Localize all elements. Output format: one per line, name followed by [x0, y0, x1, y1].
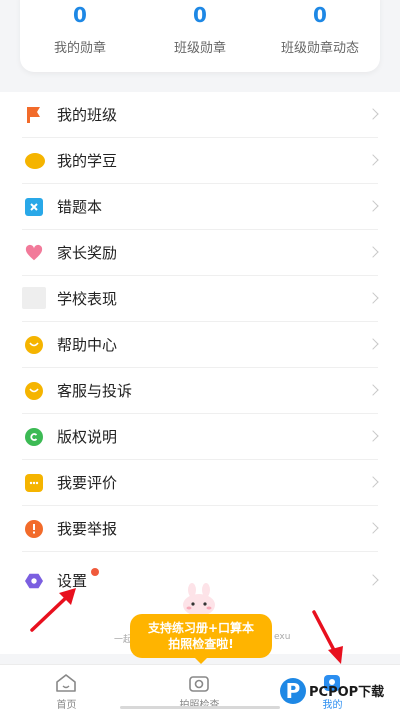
- profile-page: 0 我的勋章 0 班级勋章 0 班级勋章动态 我的班级 我的学豆 错题本 家长奖…: [0, 0, 400, 711]
- menu-item-help-center[interactable]: 帮助中心: [0, 322, 400, 368]
- chevron-right-icon: [367, 108, 379, 120]
- beans-icon: [25, 153, 45, 169]
- promo-bubble[interactable]: 支持练习册+口算本 拍照检查啦!: [130, 614, 272, 664]
- tab-label: 首页: [56, 700, 77, 711]
- menu-item-label: 我要评价: [57, 474, 118, 492]
- home-indicator: [120, 706, 280, 709]
- stat-label: 我的勋章: [53, 41, 106, 56]
- menu-item-label: 我的班级: [57, 106, 118, 124]
- help-icon: [25, 336, 43, 354]
- stat-label: 班级勋章动态: [280, 41, 359, 56]
- chevron-right-icon: [367, 200, 379, 212]
- chevron-right-icon: [367, 574, 379, 586]
- stat-label: 班级勋章: [173, 41, 226, 56]
- notification-dot: [91, 568, 99, 576]
- chevron-right-icon: [367, 154, 379, 166]
- chevron-right-icon: [367, 384, 379, 396]
- stat-value: 0: [313, 3, 327, 27]
- promo-line-1: 支持练习册+口算本: [147, 621, 255, 635]
- menu-item-label: 客服与投诉: [57, 382, 133, 400]
- menu-item-label: 我的学豆: [57, 152, 118, 170]
- red-arrow-to-profile-tab-icon: [312, 610, 343, 664]
- chevron-right-icon: [367, 430, 379, 442]
- divider: [22, 551, 378, 552]
- menu-item-label: 学校表现: [57, 290, 118, 308]
- comment-icon: [25, 474, 43, 492]
- svg-text:PCPOP下载: PCPOP下载: [309, 684, 384, 700]
- bunny-mascot-icon: [183, 583, 215, 615]
- menu-item-my-beans[interactable]: 我的学豆: [0, 138, 400, 184]
- report-icon: [25, 520, 43, 538]
- stat-value: 0: [193, 3, 207, 27]
- menu-item-rate[interactable]: 我要评价: [0, 460, 400, 506]
- chevron-right-icon: [367, 246, 379, 258]
- pcpop-watermark-logo-icon: P PCPOP下载: [280, 678, 384, 704]
- menu-item-school-performance[interactable]: 学校表现: [0, 276, 400, 322]
- red-arrow-to-settings-icon: [30, 588, 76, 632]
- flag-icon: [25, 106, 43, 124]
- menu-item-label: 错题本: [57, 198, 103, 216]
- service-icon: [25, 382, 43, 400]
- menu-item-report[interactable]: 我要举报: [0, 506, 400, 552]
- heart-icon: [25, 244, 43, 262]
- menu-item-parent-reward[interactable]: 家长奖励: [0, 230, 400, 276]
- faint-footer-text: exu: [274, 632, 291, 642]
- menu-item-label: 版权说明: [57, 428, 118, 446]
- copyright-icon: [25, 428, 43, 446]
- tab-photo-check[interactable]: 拍照检查: [133, 665, 266, 711]
- chevron-right-icon: [367, 292, 379, 304]
- menu-item-my-class[interactable]: 我的班级: [0, 92, 400, 138]
- stat-value: 0: [73, 3, 87, 27]
- notebook-icon: [25, 198, 43, 216]
- stats-card: 0 我的勋章 0 班级勋章 0 班级勋章动态: [20, 0, 380, 72]
- tab-home[interactable]: 首页: [0, 665, 133, 711]
- menu-list: 我的班级 我的学豆 错题本 家长奖励 学校表现 帮助中心 客服与投诉 版权说明 …: [0, 92, 400, 654]
- chevron-right-icon: [367, 476, 379, 488]
- promo-line-2: 拍照检查啦!: [168, 637, 234, 651]
- menu-item-copyright[interactable]: 版权说明: [0, 414, 400, 460]
- menu-item-mistake-book[interactable]: 错题本: [0, 184, 400, 230]
- camera-icon: [189, 676, 209, 692]
- chevron-right-icon: [367, 522, 379, 534]
- menu-item-label: 我要举报: [57, 520, 118, 538]
- menu-item-service-complaint[interactable]: 客服与投诉: [0, 368, 400, 414]
- home-icon: [56, 674, 76, 692]
- svg-text:P: P: [286, 679, 301, 703]
- menu-item-label: 家长奖励: [57, 244, 118, 262]
- menu-item-label: 帮助中心: [57, 336, 118, 354]
- chevron-right-icon: [367, 338, 379, 350]
- blank-icon: [22, 287, 46, 309]
